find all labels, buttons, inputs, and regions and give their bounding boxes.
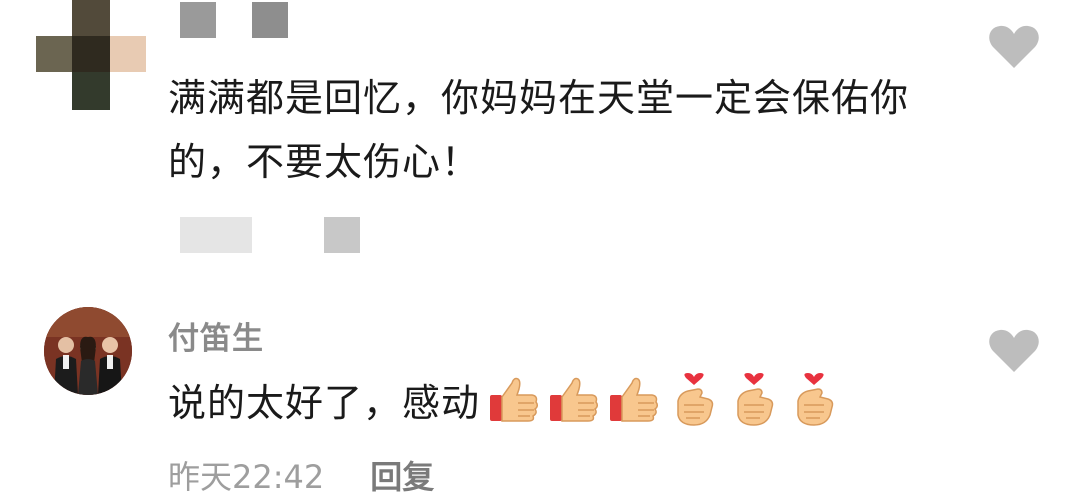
like-button[interactable] xyxy=(988,24,1040,70)
emoji-group xyxy=(486,371,846,427)
pixelated-username[interactable] xyxy=(180,2,290,38)
pixelated-meta xyxy=(180,217,380,253)
finger-heart-icon xyxy=(677,373,714,426)
reply-button[interactable]: 回复 xyxy=(370,452,434,498)
comment-text-line: 的，不要太伤心！ xyxy=(168,140,481,184)
thumbs-up-icon xyxy=(610,377,659,422)
heart-icon xyxy=(989,25,1039,68)
thumbs-up-icon xyxy=(550,377,599,422)
comment-text: 说的太好了，感动 xyxy=(168,371,846,427)
comment-text-line: 满满都是回忆，你妈妈在天堂一定会保佑你 xyxy=(168,76,910,120)
heart-icon xyxy=(989,329,1039,372)
comment-meta: 昨天22:42 回复 xyxy=(168,453,434,497)
comment-timestamp: 昨天22:42 xyxy=(168,458,325,496)
pixelated-avatar[interactable] xyxy=(36,0,146,110)
avatar[interactable] xyxy=(44,307,132,395)
comment-text-content: 说的太好了，感动 xyxy=(168,380,481,425)
comment-item: 满满都是回忆，你妈妈在天堂一定会保佑你 的，不要太伤心！ xyxy=(0,0,1080,290)
thumbs-up-icon xyxy=(490,377,539,422)
finger-heart-icon xyxy=(797,373,834,426)
comment-text: 满满都是回忆，你妈妈在天堂一定会保佑你 的，不要太伤心！ xyxy=(168,66,958,194)
username[interactable]: 付笛生 xyxy=(168,313,264,358)
comment-item: 付笛生 说的太好了，感动 昨天22:42 回复 xyxy=(0,290,1080,504)
like-button[interactable] xyxy=(988,328,1040,374)
finger-heart-icon xyxy=(737,373,774,426)
